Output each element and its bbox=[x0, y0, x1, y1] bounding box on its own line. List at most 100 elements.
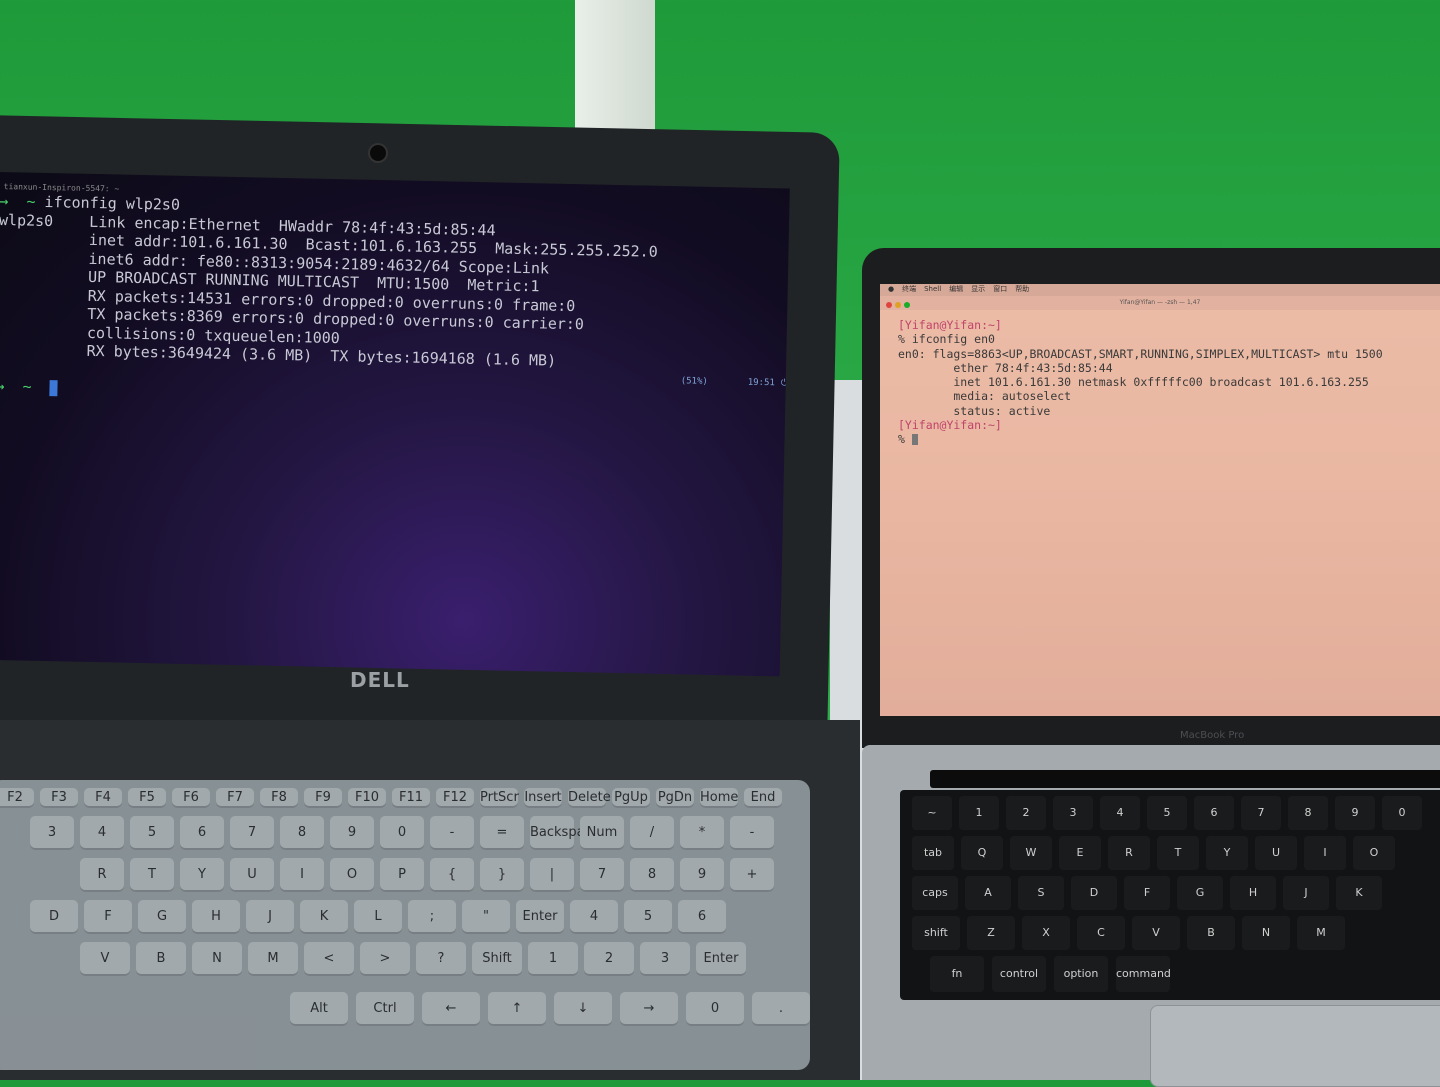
menu-item[interactable]: 显示 bbox=[971, 285, 985, 293]
key-y[interactable]: Y bbox=[1206, 836, 1248, 870]
key-f12[interactable]: F12 bbox=[436, 788, 474, 808]
zoom-icon[interactable] bbox=[904, 302, 910, 308]
key-t[interactable]: T bbox=[1157, 836, 1199, 870]
key-0[interactable]: 0 bbox=[686, 992, 744, 1026]
key-prtscr[interactable]: PrtScr bbox=[480, 788, 519, 808]
menu-item[interactable]: 终端 bbox=[902, 285, 916, 293]
key-z[interactable]: Z bbox=[967, 916, 1015, 950]
key--[interactable]: - bbox=[430, 816, 474, 850]
key-k[interactable]: K bbox=[1336, 876, 1382, 910]
key-shift[interactable]: Shift bbox=[472, 942, 522, 976]
key--[interactable]: - bbox=[730, 816, 774, 850]
key-backspace[interactable]: Backspace bbox=[530, 816, 600, 850]
key-end[interactable]: End bbox=[744, 788, 782, 808]
key--[interactable]: ~ bbox=[912, 796, 952, 830]
key-i[interactable]: I bbox=[1304, 836, 1346, 870]
menu-item[interactable]: 窗口 bbox=[993, 285, 1007, 293]
key--[interactable]: ; bbox=[408, 900, 456, 934]
key-f5[interactable]: F5 bbox=[128, 788, 166, 808]
key-3[interactable]: 3 bbox=[640, 942, 690, 976]
key-g[interactable]: G bbox=[1177, 876, 1223, 910]
key--[interactable]: ? bbox=[416, 942, 466, 976]
key-8[interactable]: 8 bbox=[1288, 796, 1328, 830]
key-0[interactable]: 0 bbox=[380, 816, 424, 850]
key--[interactable]: = bbox=[480, 816, 524, 850]
key-h[interactable]: H bbox=[1230, 876, 1276, 910]
key-enter[interactable]: Enter bbox=[696, 942, 746, 976]
key-f3[interactable]: F3 bbox=[40, 788, 78, 808]
key-j[interactable]: J bbox=[246, 900, 294, 934]
key-f[interactable]: F bbox=[84, 900, 132, 934]
key-u[interactable]: U bbox=[230, 858, 274, 892]
key--[interactable]: → bbox=[620, 992, 678, 1026]
key-f[interactable]: F bbox=[1124, 876, 1170, 910]
key-6[interactable]: 6 bbox=[678, 900, 726, 934]
key-m[interactable]: M bbox=[1297, 916, 1345, 950]
key-7[interactable]: 7 bbox=[1241, 796, 1281, 830]
key-8[interactable]: 8 bbox=[280, 816, 324, 850]
key-4[interactable]: 4 bbox=[1100, 796, 1140, 830]
key--[interactable]: < bbox=[304, 942, 354, 976]
key--[interactable]: | bbox=[530, 858, 574, 892]
key--[interactable]: . bbox=[752, 992, 810, 1026]
menu-item[interactable]: 帮助 bbox=[1015, 285, 1029, 293]
key-tab[interactable]: tab bbox=[912, 836, 954, 870]
key-j[interactable]: J bbox=[1283, 876, 1329, 910]
key-u[interactable]: U bbox=[1255, 836, 1297, 870]
key-0[interactable]: 0 bbox=[1382, 796, 1422, 830]
key-f9[interactable]: F9 bbox=[304, 788, 342, 808]
key-s[interactable]: S bbox=[1018, 876, 1064, 910]
key-f4[interactable]: F4 bbox=[84, 788, 122, 808]
key--[interactable]: / bbox=[630, 816, 674, 850]
minimize-icon[interactable] bbox=[895, 302, 901, 308]
key-n[interactable]: N bbox=[1242, 916, 1290, 950]
trackpad[interactable] bbox=[1150, 1005, 1440, 1087]
key-h[interactable]: H bbox=[192, 900, 240, 934]
close-icon[interactable] bbox=[886, 302, 892, 308]
key-f10[interactable]: F10 bbox=[348, 788, 386, 808]
apple-icon[interactable]: ● bbox=[888, 285, 894, 293]
key-pgup[interactable]: PgUp bbox=[612, 788, 650, 808]
key-g[interactable]: G bbox=[138, 900, 186, 934]
key-y[interactable]: Y bbox=[180, 858, 224, 892]
key-b[interactable]: B bbox=[136, 942, 186, 976]
key-a[interactable]: A bbox=[965, 876, 1011, 910]
key-9[interactable]: 9 bbox=[680, 858, 724, 892]
key-alt[interactable]: Alt bbox=[290, 992, 348, 1026]
key-3[interactable]: 3 bbox=[1053, 796, 1093, 830]
key-caps-lock[interactable]: caps lock bbox=[912, 876, 958, 933]
key-enter[interactable]: Enter bbox=[516, 900, 564, 934]
key-d[interactable]: D bbox=[1071, 876, 1117, 910]
key-p[interactable]: P bbox=[380, 858, 424, 892]
key-6[interactable]: 6 bbox=[1194, 796, 1234, 830]
key-r[interactable]: R bbox=[1108, 836, 1150, 870]
key-control[interactable]: control bbox=[992, 956, 1046, 992]
key-5[interactable]: 5 bbox=[624, 900, 672, 934]
key--[interactable]: > bbox=[360, 942, 410, 976]
key-pgdn[interactable]: PgDn bbox=[656, 788, 694, 808]
key-8[interactable]: 8 bbox=[630, 858, 674, 892]
key--[interactable]: ↑ bbox=[488, 992, 546, 1026]
key--[interactable]: " bbox=[462, 900, 510, 934]
key-option[interactable]: option bbox=[1054, 956, 1108, 992]
key-f7[interactable]: F7 bbox=[216, 788, 254, 808]
key--[interactable]: { bbox=[430, 858, 474, 892]
key-d[interactable]: D bbox=[30, 900, 78, 934]
menu-item[interactable]: 编辑 bbox=[949, 285, 963, 293]
key-delete[interactable]: Delete bbox=[568, 788, 611, 808]
key--[interactable]: ↓ bbox=[554, 992, 612, 1026]
key-home[interactable]: Home bbox=[700, 788, 738, 808]
key-e[interactable]: E bbox=[1059, 836, 1101, 870]
mac-terminal[interactable]: [Yifan@Yifan:~]% ifconfig en0 en0: flags=… bbox=[898, 318, 1383, 447]
key-w[interactable]: W bbox=[1010, 836, 1052, 870]
key--[interactable]: * bbox=[680, 816, 724, 850]
key-x[interactable]: X bbox=[1022, 916, 1070, 950]
dell-terminal[interactable]: → ~ ifconfig wlp2s0 wlp2s0 Link encap:Eth… bbox=[0, 192, 659, 409]
key-7[interactable]: 7 bbox=[230, 816, 274, 850]
key-num-lock[interactable]: Num Lock bbox=[580, 816, 624, 874]
key--[interactable]: + bbox=[730, 858, 774, 892]
menu-item[interactable]: Shell bbox=[924, 285, 941, 293]
key--[interactable]: } bbox=[480, 858, 524, 892]
key-n[interactable]: N bbox=[192, 942, 242, 976]
key-o[interactable]: O bbox=[330, 858, 374, 892]
